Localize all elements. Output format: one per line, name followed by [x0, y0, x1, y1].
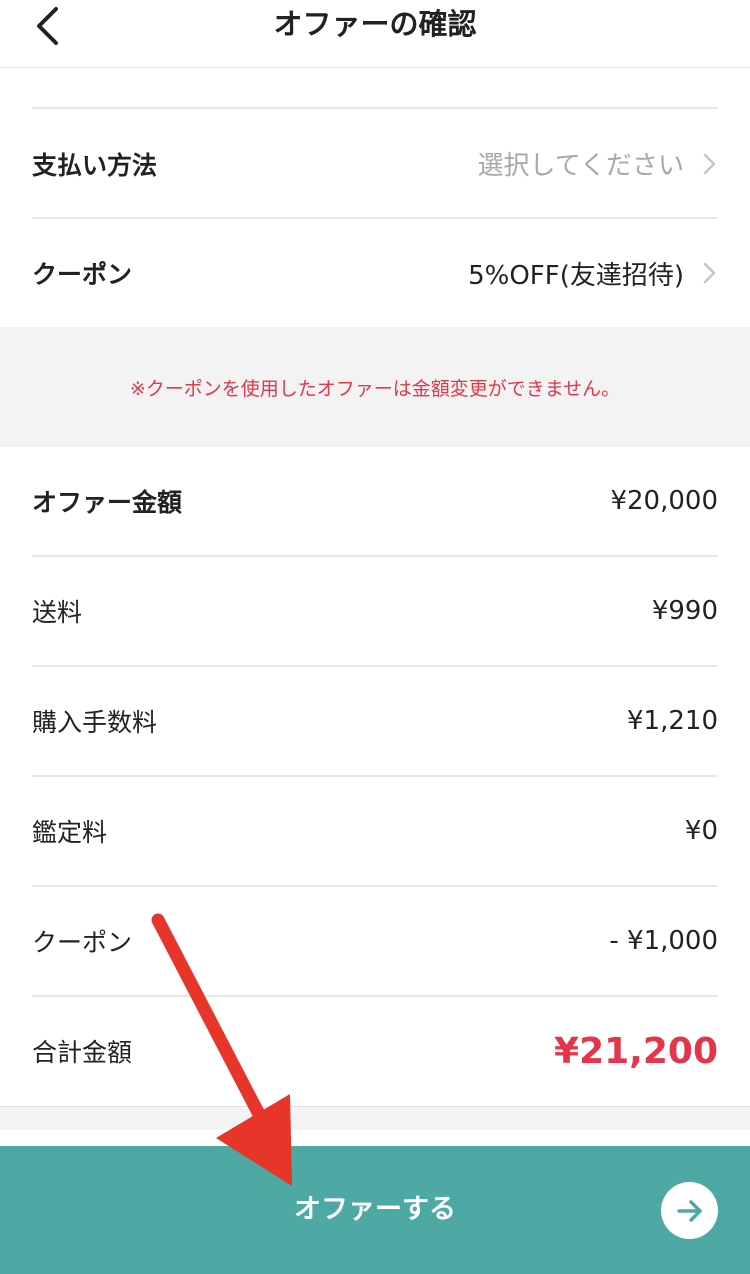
- offer-amount-value: ¥20,000: [610, 486, 718, 516]
- coupon-discount-label: クーポン: [32, 928, 133, 957]
- payment-method-label: 支払い方法: [32, 150, 158, 180]
- offer-amount-label: オファー金額: [32, 488, 183, 517]
- coupon-notice-text: ※クーポンを使用したオファーは金額変更ができません。: [129, 377, 621, 400]
- coupon-discount-row: クーポン - ¥1,000: [32, 887, 718, 995]
- coupon-select[interactable]: 5%OFF(友達招待): [468, 255, 718, 292]
- payment-method-value: 選択してください: [477, 151, 684, 181]
- payment-method-row[interactable]: 支払い方法 選択してください: [32, 110, 718, 217]
- divider: [32, 107, 718, 109]
- purchase-fee-row: 購入手数料 ¥1,210: [32, 667, 718, 775]
- coupon-notice: ※クーポンを使用したオファーは金額変更ができません。: [0, 327, 750, 447]
- arrow-right-icon: [676, 1199, 702, 1222]
- offer-amount-row: オファー金額 ¥20,000: [32, 447, 718, 555]
- offer-confirmation-screen: オファーの確認 支払い方法 選択してください クーポン 5%OFF(友達招待) …: [0, 0, 750, 1274]
- chevron-right-icon: [703, 262, 716, 284]
- make-offer-label: オファーする: [294, 1194, 456, 1225]
- page-title: オファーの確認: [273, 7, 477, 41]
- footer-spacer: [0, 1106, 750, 1130]
- appraisal-fee-row: 鑑定料 ¥0: [32, 777, 718, 885]
- shipping-fee-label: 送料: [32, 598, 83, 627]
- header: オファーの確認: [0, 0, 750, 68]
- payment-method-select[interactable]: 選択してください: [478, 145, 718, 182]
- shipping-fee-row: 送料 ¥990: [32, 557, 718, 665]
- coupon-discount-value: - ¥1,000: [609, 926, 718, 956]
- total-value: ¥21,200: [554, 1030, 718, 1072]
- total-label: 合計金額: [32, 1038, 133, 1067]
- coupon-value: 5%OFF(友達招待): [468, 260, 684, 291]
- chevron-right-icon: [703, 153, 716, 174]
- coupon-row[interactable]: クーポン 5%OFF(友達招待): [32, 219, 718, 327]
- appraisal-fee-value: ¥0: [684, 816, 718, 846]
- make-offer-arrow-button[interactable]: [661, 1182, 718, 1239]
- shipping-fee-value: ¥990: [651, 596, 718, 626]
- coupon-label: クーポン: [32, 260, 133, 289]
- purchase-fee-value: ¥1,210: [627, 706, 718, 736]
- appraisal-fee-label: 鑑定料: [32, 818, 108, 847]
- purchase-fee-label: 購入手数料: [32, 708, 158, 737]
- make-offer-button[interactable]: オファーする: [0, 1146, 750, 1274]
- total-row: 合計金額 ¥21,200: [32, 997, 718, 1105]
